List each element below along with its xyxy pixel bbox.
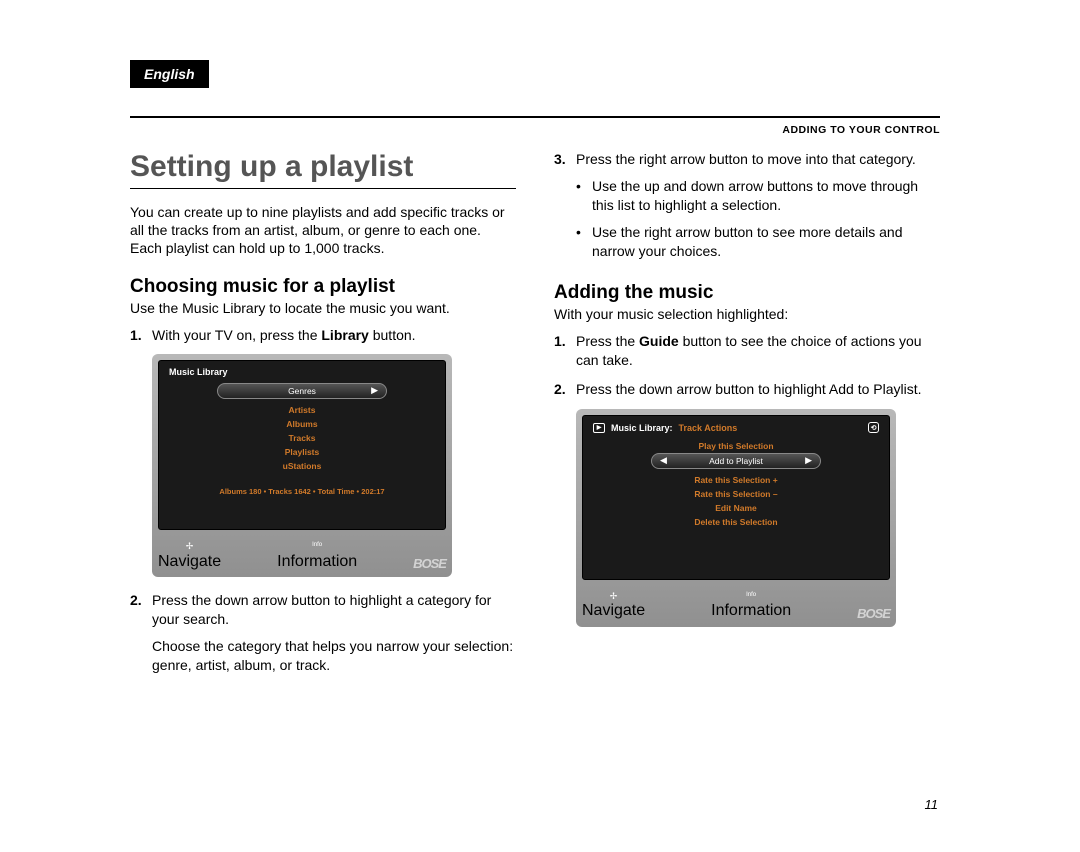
menu-item: Edit Name [593,501,879,515]
right-column: 3. Press the right arrow button to move … [554,150,940,684]
music-library-screenshot: Music Library Genres ▶ Artists Albums Tr… [152,354,452,576]
step-body: With your TV on, press the Library butto… [152,326,516,345]
two-column-layout: Setting up a playlist You can create up … [130,150,940,684]
info-label: Information [711,602,791,619]
right-steps-top: 3. Press the right arrow button to move … [554,150,940,268]
play-icon: ▶ [593,423,605,433]
choosing-steps: 1. With your TV on, press the Library bu… [130,326,516,345]
text: button. [369,327,416,343]
selected-pill: Genres ▶ [217,383,387,399]
bullet: Use the right arrow button to see more d… [576,223,940,261]
text: Use the up and down arrow buttons to mov… [592,177,940,215]
info-label: Information [277,553,357,570]
adding-heading: Adding the music [554,282,940,304]
adding-steps: 1. Press the Guide button to see the cho… [554,332,940,399]
info-hint: Info Information [277,532,357,570]
menu-item: Tracks [169,431,435,445]
step-number: 2. [554,380,576,399]
navigate-hint: ✢ Navigate [582,591,645,621]
bullet-list: Use the up and down arrow buttons to mov… [576,177,940,261]
navigate-icon: ✢ [158,541,221,552]
info-hint: Info Information [711,582,791,620]
page-number: 11 [925,797,939,812]
bold-text: Library [321,327,368,343]
chevron-left-icon: ◀ [660,455,667,466]
text: Press the right arrow button to move int… [576,151,916,167]
menu-item: Albums [169,417,435,431]
screen-footer: ✢ Navigate Info Information BOSE [158,532,446,570]
text: Press the down arrow button to highlight… [152,592,491,627]
step-body: Press the down arrow button to highlight… [152,591,516,675]
menu-item: Playlists [169,445,435,459]
step-number: 2. [130,591,152,675]
bullet: Use the up and down arrow buttons to mov… [576,177,940,215]
header-rule [130,116,940,118]
step-number: 1. [554,332,576,370]
left-column: Setting up a playlist You can create up … [130,150,516,684]
manual-page: English ADDING TO YOUR CONTROL Setting u… [0,0,1080,714]
info-top: Info [746,592,756,598]
language-tab: English [130,60,209,88]
step-3: 3. Press the right arrow button to move … [554,150,940,268]
navigate-icon: ✢ [582,591,645,602]
step-body: Press the Guide button to see the choice… [576,332,940,370]
menu-item: Artists [169,403,435,417]
step-body: Press the down arrow button to highlight… [576,380,940,399]
step-1: 1. Press the Guide button to see the cho… [554,332,940,370]
menu-item: Delete this Selection [593,515,879,529]
chevron-right-icon: ▶ [371,385,378,396]
text: Press the [576,333,639,349]
step-number: 1. [130,326,152,345]
navigate-label: Navigate [582,602,645,619]
screen-inner: ▶ Music Library: Track Actions ⟲ Play th… [582,415,890,580]
loop-icon: ⟲ [868,422,879,433]
track-actions-screenshot: ▶ Music Library: Track Actions ⟲ Play th… [576,409,896,626]
pill-label: Add to Playlist [709,456,763,466]
adding-desc: With your music selection highlighted: [554,306,940,322]
text: Choose the category that helps you narro… [152,638,513,673]
bold-text: Guide [639,333,679,349]
menu-item-top: Play this Selection [593,439,879,453]
bose-logo: BOSE [857,606,890,621]
menu-item: uStations [169,459,435,473]
navigate-hint: ✢ Navigate [158,541,221,571]
step-1: 1. With your TV on, press the Library bu… [130,326,516,345]
choosing-steps-cont: 2. Press the down arrow button to highli… [130,591,516,675]
navigate-label: Navigate [158,553,221,570]
step-2: 2. Press the down arrow button to highli… [554,380,940,399]
selected-pill: ◀ Add to Playlist ▶ [651,453,821,469]
menu-item: Rate this Selection + [593,473,879,487]
chevron-right-icon: ▶ [805,455,812,466]
text: With your TV on, press the [152,327,321,343]
step-number: 3. [554,150,576,268]
screen-title: ▶ Music Library: Track Actions ⟲ [593,422,879,433]
title-b: Track Actions [679,423,738,433]
step-2: 2. Press the down arrow button to highli… [130,591,516,675]
screen-title: Music Library [169,367,435,377]
intro-paragraph: You can create up to nine playlists and … [130,203,516,258]
screen-inner: Music Library Genres ▶ Artists Albums Tr… [158,360,446,530]
pill-label: Genres [288,386,316,396]
screen-footer: ✢ Navigate Info Information BOSE [582,582,890,620]
page-title: Setting up a playlist [130,150,516,189]
bose-logo: BOSE [413,556,446,571]
status-line: Albums 180 • Tracks 1642 • Total Time • … [169,487,435,496]
section-label: ADDING TO YOUR CONTROL [130,124,940,136]
title-a: Music Library: [611,423,673,433]
step-body: Press the right arrow button to move int… [576,150,940,268]
menu-item: Rate this Selection – [593,487,879,501]
info-top: Info [312,542,322,548]
choosing-desc: Use the Music Library to locate the musi… [130,300,516,316]
text: Use the right arrow button to see more d… [592,223,940,261]
choosing-heading: Choosing music for a playlist [130,276,516,298]
